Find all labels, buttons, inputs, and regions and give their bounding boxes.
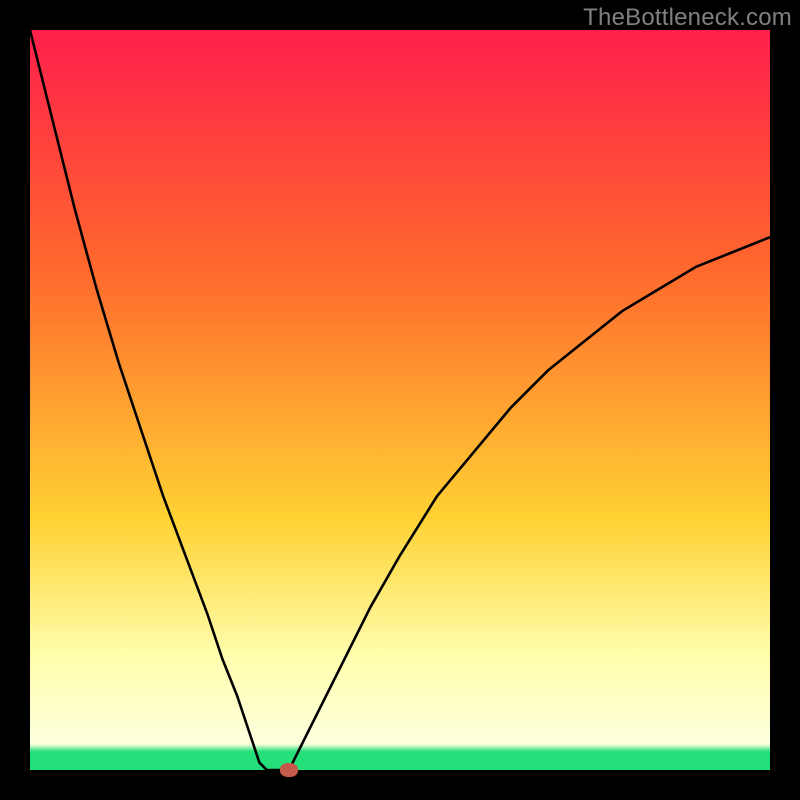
- curve-path: [30, 30, 770, 770]
- optimal-point-marker: [280, 763, 298, 777]
- bottleneck-curve: [30, 30, 770, 770]
- watermark-text: TheBottleneck.com: [583, 4, 792, 32]
- chart-frame: TheBottleneck.com: [0, 0, 800, 800]
- plot-area: [30, 30, 770, 770]
